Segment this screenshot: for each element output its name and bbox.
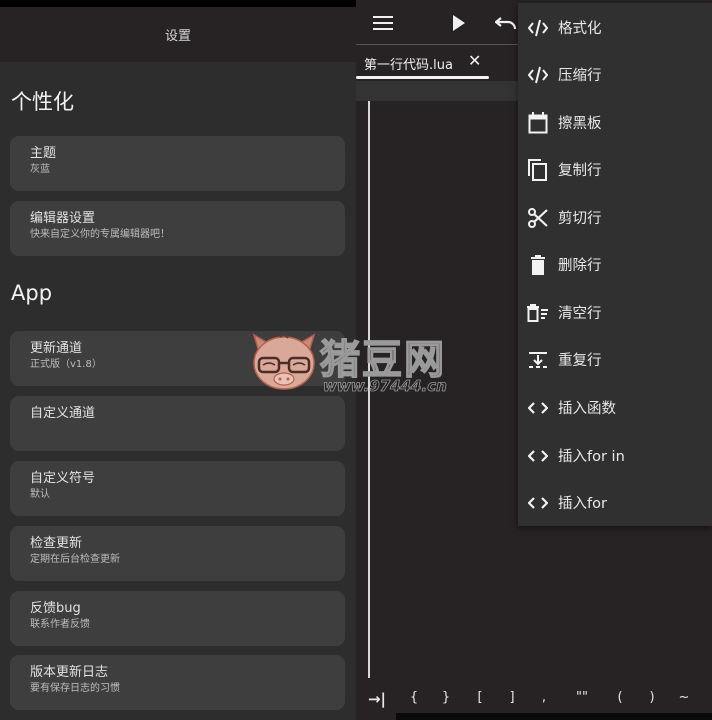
menu-item-label: 清空行 — [558, 306, 602, 322]
code-icon — [527, 64, 549, 86]
symbol-button[interactable]: ) — [644, 690, 660, 705]
symbol-button[interactable]: [ — [472, 690, 488, 705]
calendar-icon — [527, 111, 549, 134]
menu-item-compress[interactable]: 压缩行 — [518, 51, 712, 98]
menu-item-delete-line[interactable]: 删除行 — [518, 241, 712, 288]
close-icon[interactable]: ✕ — [468, 51, 481, 70]
play-icon — [453, 15, 465, 31]
symbol-button[interactable]: , — [536, 690, 552, 705]
code-icon — [527, 17, 549, 39]
item-subtitle: 要有保存日志的习惯 — [30, 683, 120, 694]
menu-item-label: 剪切行 — [558, 211, 602, 227]
menu-item-copy-line[interactable]: 复制行 — [518, 146, 712, 193]
symbol-button[interactable]: { — [406, 690, 422, 705]
section-title-personalization: 个性化 — [11, 90, 74, 114]
item-title: 编辑器设置 — [30, 211, 96, 226]
menu-item-label: 格式化 — [558, 21, 602, 37]
menu-item-duplicate-line[interactable]: 重复行 — [518, 336, 712, 383]
symbol-button[interactable]: "" — [572, 690, 592, 705]
settings-panel: 设置 个性化 主题 灰蓝 编辑器设置 快来自定义你的专属编辑器吧！ App 更新… — [0, 0, 356, 720]
active-tab-indicator — [356, 76, 489, 79]
menu-item-label: 插入for in — [558, 449, 625, 465]
menu-item-label: 重复行 — [558, 353, 602, 369]
settings-item-feedback[interactable]: 反馈bug 联系作者反馈 — [10, 591, 345, 646]
item-title: 自定义通道 — [30, 406, 96, 421]
status-bar — [0, 0, 356, 7]
symbol-button[interactable]: } — [438, 690, 454, 705]
menu-item-label: 擦黑板 — [558, 116, 602, 132]
navigation-strip — [396, 713, 712, 720]
item-subtitle: 定期在后台检查更新 — [30, 554, 120, 565]
settings-item-custom-channel[interactable]: 自定义通道 — [10, 396, 345, 451]
run-button[interactable] — [446, 10, 472, 36]
clear-line-icon — [527, 302, 549, 324]
settings-item-check-updates[interactable]: 检查更新 定期在后台检查更新 — [10, 526, 345, 581]
hamburger-icon — [373, 16, 393, 30]
menu-item-clear-board[interactable]: 擦黑板 — [518, 99, 712, 146]
menu-button[interactable] — [370, 10, 396, 36]
item-title: 更新通道 — [30, 341, 83, 356]
menu-item-label: 删除行 — [558, 258, 602, 274]
symbol-bar: →| { } [ ] , "" ( ) ~ — [356, 684, 712, 712]
tab-key-button[interactable]: →| — [364, 690, 390, 708]
menu-item-insert-for-in[interactable]: 插入for in — [518, 432, 712, 479]
menu-item-insert-function[interactable]: 插入函数 — [518, 384, 712, 431]
item-subtitle: 联系作者反馈 — [30, 619, 90, 630]
menu-item-label: 插入for — [558, 496, 607, 512]
editor-overflow-menu: 格式化 压缩行 擦黑板 复制行 剪切行 删除行 清空行 重复行 插入函数 插入f… — [518, 3, 712, 526]
trash-icon — [527, 254, 549, 276]
angle-brackets-icon — [527, 492, 549, 514]
scissors-icon — [527, 207, 549, 229]
page-title: 设置 — [164, 29, 191, 44]
menu-item-format[interactable]: 格式化 — [518, 4, 712, 51]
settings-item-editor-settings[interactable]: 编辑器设置 快来自定义你的专属编辑器吧！ — [10, 201, 345, 256]
menu-item-label: 复制行 — [558, 163, 602, 179]
duplicate-line-icon — [527, 349, 549, 371]
menu-item-cut-line[interactable]: 剪切行 — [518, 194, 712, 241]
item-title: 自定义符号 — [30, 471, 96, 486]
angle-brackets-icon — [527, 445, 549, 467]
symbol-button[interactable]: ( — [612, 690, 628, 705]
menu-item-clear-line[interactable]: 清空行 — [518, 289, 712, 336]
settings-item-update-channel[interactable]: 更新通道 正式版（v1.8） — [10, 331, 345, 386]
item-subtitle: 灰蓝 — [30, 164, 50, 175]
settings-item-custom-symbols[interactable]: 自定义符号 默认 — [10, 461, 345, 516]
symbol-button[interactable]: ] — [504, 690, 520, 705]
item-title: 检查更新 — [30, 536, 83, 551]
item-subtitle: 正式版（v1.8） — [30, 359, 102, 370]
cursor-line — [368, 101, 370, 678]
item-subtitle: 默认 — [30, 489, 50, 500]
menu-item-label: 插入函数 — [558, 401, 616, 417]
undo-icon — [495, 17, 517, 30]
menu-item-insert-for[interactable]: 插入for — [518, 479, 712, 526]
symbol-button[interactable]: ~ — [676, 690, 692, 705]
item-title: 版本更新日志 — [30, 665, 109, 680]
item-title: 主题 — [30, 146, 57, 161]
settings-item-changelog[interactable]: 版本更新日志 要有保存日志的习惯 — [10, 655, 345, 710]
settings-app-bar: 设置 — [0, 7, 356, 62]
section-title-app: App — [11, 281, 53, 305]
tab-label: 第一行代码.lua — [364, 58, 453, 73]
angle-brackets-icon — [527, 397, 549, 419]
copy-icon — [527, 158, 549, 181]
menu-item-label: 压缩行 — [558, 68, 602, 84]
item-title: 反馈bug — [30, 601, 81, 616]
undo-button[interactable] — [493, 10, 519, 36]
tab-file[interactable]: 第一行代码.lua ✕ — [356, 45, 490, 81]
item-subtitle: 快来自定义你的专属编辑器吧！ — [30, 229, 170, 240]
settings-item-theme[interactable]: 主题 灰蓝 — [10, 136, 345, 191]
